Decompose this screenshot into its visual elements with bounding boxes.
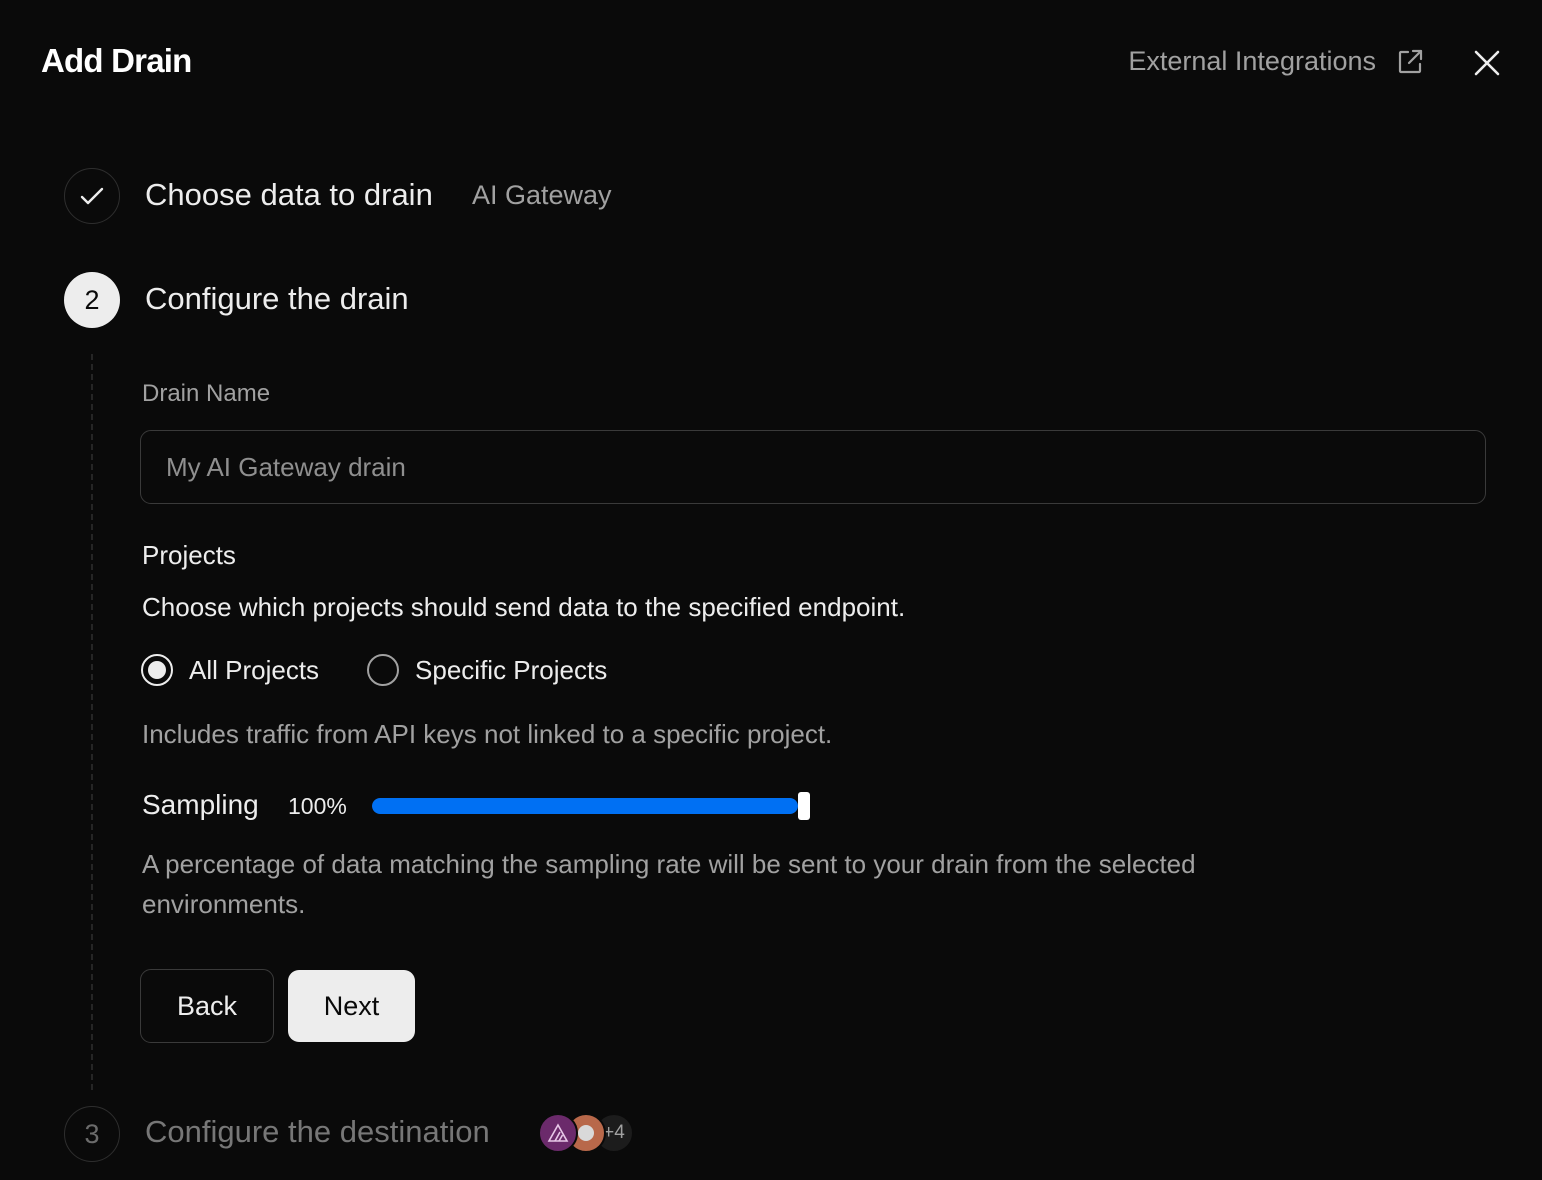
step-2-indicator: 2 xyxy=(64,272,120,328)
sampling-slider[interactable] xyxy=(372,792,812,820)
radio-unchecked-icon xyxy=(367,654,400,686)
back-button[interactable]: Back xyxy=(140,969,274,1043)
step-2-title: Configure the drain xyxy=(145,281,409,316)
sampling-value: 100% xyxy=(288,793,347,819)
sampling-description: A percentage of data matching the sampli… xyxy=(142,849,1196,919)
radio-all-projects[interactable]: All Projects xyxy=(141,654,319,686)
projects-hint: Includes traffic from API keys not linke… xyxy=(142,719,833,749)
sampling-label: Sampling xyxy=(142,789,259,820)
close-icon xyxy=(1474,50,1500,76)
sampling-slider-track xyxy=(372,798,798,814)
projects-radio-group: All Projects Specific Projects xyxy=(141,654,655,686)
destination-logo-avatar xyxy=(538,1113,578,1153)
external-integrations-label: External Integrations xyxy=(1128,46,1376,76)
drain-name-input[interactable] xyxy=(140,430,1486,504)
radio-specific-projects-label: Specific Projects xyxy=(415,654,608,685)
radio-specific-projects[interactable]: Specific Projects xyxy=(367,654,607,686)
check-icon xyxy=(80,187,104,205)
step-3-title: Configure the destination xyxy=(145,1114,490,1149)
radio-checked-icon xyxy=(141,654,173,686)
sampling-slider-thumb[interactable] xyxy=(798,792,810,820)
step-1-indicator xyxy=(64,168,120,224)
external-integrations-link[interactable]: External Integrations xyxy=(1128,46,1424,77)
triangle-stripes-icon xyxy=(547,1123,569,1142)
next-button[interactable]: Next xyxy=(288,970,415,1042)
sampling-slider-fill xyxy=(372,798,798,814)
step-3-indicator: 3 xyxy=(64,1106,120,1162)
close-button[interactable] xyxy=(1472,48,1502,78)
step-connector xyxy=(91,354,93,1090)
projects-title: Projects xyxy=(142,540,236,570)
drain-name-label: Drain Name xyxy=(142,380,271,407)
destination-avatars: +4 xyxy=(538,1113,638,1155)
projects-description: Choose which projects should send data t… xyxy=(142,592,906,622)
step-1-selection: AI Gateway xyxy=(472,180,612,210)
external-link-icon xyxy=(1396,48,1424,76)
radio-all-projects-label: All Projects xyxy=(189,654,320,685)
step-1-title[interactable]: Choose data to drain xyxy=(145,177,433,213)
dialog-title: Add Drain xyxy=(41,42,192,79)
